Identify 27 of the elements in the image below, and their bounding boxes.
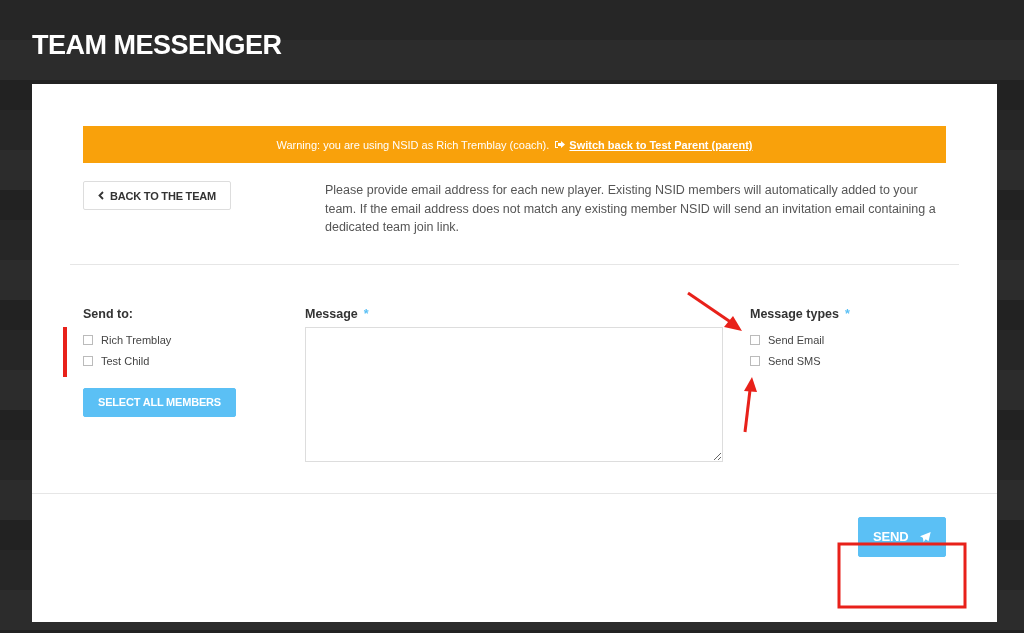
checkbox[interactable] <box>750 335 760 345</box>
checkbox[interactable] <box>83 356 93 366</box>
field-label: Message types <box>750 306 839 323</box>
paper-plane-icon <box>920 529 931 544</box>
checkbox-label: Send SMS <box>768 353 821 369</box>
checkbox-label: Test Child <box>101 353 150 369</box>
chevron-left-icon <box>98 191 104 200</box>
checkbox-option[interactable]: Rich Tremblay <box>83 332 305 348</box>
annotation-arrow <box>743 377 757 433</box>
checkbox-option[interactable]: Send SMS <box>750 353 940 369</box>
annotation-arrow <box>687 291 742 331</box>
required-mark: * <box>363 306 369 323</box>
message-field[interactable] <box>305 326 723 462</box>
page-title: TEAM MESSENGER <box>32 28 283 62</box>
field-label: Send to: <box>83 306 133 323</box>
warning-text: Warning: you are using NSID as Rich Tremblay (coach). <box>276 138 550 151</box>
sign-out-icon <box>555 140 566 149</box>
required-mark: * <box>844 306 850 323</box>
checkbox[interactable] <box>750 356 760 366</box>
field-label: Message <box>305 306 358 323</box>
checkbox-label: Send Email <box>768 332 825 348</box>
checkbox-label: Rich Tremblay <box>101 332 172 348</box>
checkbox-option[interactable]: Send Email <box>750 332 940 348</box>
checkbox-option[interactable]: Test Child <box>83 353 305 369</box>
intro-text: Please provide email address for each new player. Existing NSID members will automatically added to your team. If the email address does not match any existing member NSID will send an invitation email containing a dedicated team join link. <box>325 182 937 236</box>
checkbox[interactable] <box>83 335 93 345</box>
back-button[interactable]: BACK TO THE TEAM <box>83 181 231 210</box>
